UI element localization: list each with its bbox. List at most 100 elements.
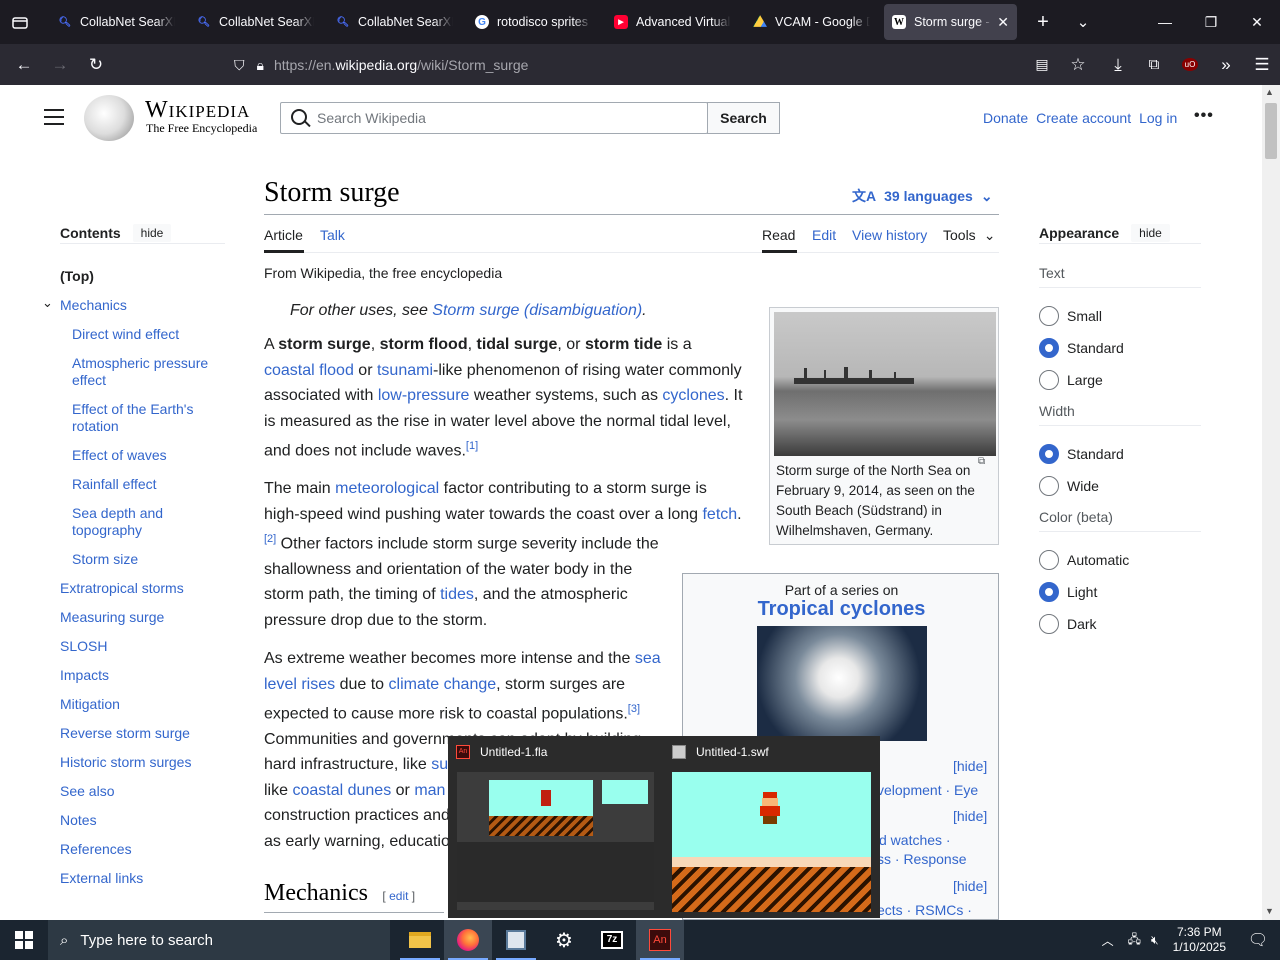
toc-item[interactable]: Rainfall effect [60, 476, 225, 493]
collapse-link[interactable]: [hide] [953, 808, 987, 824]
collapse-link[interactable]: [hide] [953, 758, 987, 774]
link-meteorological[interactable]: meteorological [335, 480, 439, 497]
tab-view-history[interactable]: View history [852, 227, 927, 243]
toc-item[interactable]: Sea depth and topography [60, 505, 225, 539]
link-cyclones[interactable]: cyclones [662, 387, 724, 404]
minimize-icon[interactable]: — [1142, 0, 1188, 44]
file-explorer-icon[interactable] [396, 920, 444, 960]
browser-tab[interactable]: 🔍︎ CollabNet SearXNG [328, 4, 461, 40]
menu-icon[interactable]: ☰ [1244, 47, 1280, 83]
link-sea-level[interactable]: sea [635, 650, 661, 667]
link-tides[interactable]: tides [440, 586, 474, 603]
radio-button[interactable] [1039, 582, 1059, 602]
toc-item[interactable]: (Top) [60, 268, 225, 285]
main-menu-icon[interactable] [44, 109, 64, 125]
toc-item[interactable]: See also [60, 783, 225, 800]
link-tsunami[interactable]: tsunami [377, 362, 433, 379]
toc-item[interactable]: Mitigation [60, 696, 225, 713]
hatnote-link[interactable]: Storm surge (disambiguation) [432, 302, 642, 319]
taskbar-search-box[interactable]: ⌕ Type here to search [48, 920, 390, 960]
settings-gear-icon[interactable]: ⚙ [540, 920, 588, 960]
browser-tab[interactable]: Grotodisco sprites s [467, 4, 600, 40]
radio-option-color[interactable]: Dark [1039, 608, 1129, 640]
toc-item[interactable]: SLOSH [60, 638, 225, 655]
toc-item[interactable]: Impacts [60, 667, 225, 684]
toc-hide-button[interactable]: hide [132, 223, 172, 242]
tab-edit[interactable]: Edit [812, 227, 836, 243]
link-climate-change[interactable]: climate change [389, 676, 497, 693]
lock-icon[interactable]: 🔒︎ [257, 57, 264, 74]
browser-tab[interactable]: ▶ Advanced Virtual C [606, 4, 739, 40]
appearance-hide-button[interactable]: hide [1131, 223, 1170, 242]
link-truncated[interactable]: man [414, 782, 445, 799]
close-tab-icon[interactable]: ✕ [997, 14, 1009, 31]
shield-icon[interactable]: ⛉ [234, 57, 245, 74]
back-icon[interactable]: ← [6, 47, 42, 83]
series-title-link[interactable]: Tropical cyclones [683, 598, 1000, 621]
scroll-down-icon[interactable]: ▼ [1265, 906, 1274, 916]
chevron-up-icon[interactable]: ︿ [1102, 932, 1114, 949]
tab-overview-icon[interactable] [0, 0, 40, 44]
chevron-down-icon[interactable]: ⌄ [42, 294, 53, 311]
toc-item[interactable]: Direct wind effect [60, 326, 225, 343]
hurricane-satellite-image[interactable] [757, 626, 927, 741]
browser-tab[interactable]: VCAM - Google Dr [745, 4, 878, 40]
reader-view-icon[interactable]: ▤ [1024, 47, 1060, 83]
url-bar[interactable]: ⛉ 🔒︎ https://en. wikipedia.org/wiki/Storm… [230, 49, 1030, 81]
reference-1[interactable]: [1] [466, 440, 478, 452]
toc-item[interactable]: References [60, 841, 225, 858]
link-sea-level[interactable]: level rises [264, 676, 335, 693]
close-window-icon[interactable]: ✕ [1234, 0, 1280, 44]
scroll-up-icon[interactable]: ▲ [1265, 87, 1274, 97]
series-links[interactable]: d watches · [879, 832, 951, 848]
create-account-link[interactable]: Create account [1036, 110, 1131, 126]
wikipedia-globe-logo[interactable] [84, 95, 134, 141]
radio-button[interactable] [1039, 338, 1059, 358]
7zip-icon[interactable]: 7z [588, 920, 636, 960]
toc-item[interactable]: Measuring surge [60, 609, 225, 626]
toc-item[interactable]: External links [60, 870, 225, 887]
windows-start-icon[interactable] [0, 920, 48, 960]
adobe-animate-icon[interactable]: An [636, 920, 684, 960]
section-edit-link[interactable]: edit [389, 889, 408, 903]
page-scrollbar[interactable]: ▲ ▼ [1262, 85, 1280, 920]
radio-option-width[interactable]: Standard [1039, 438, 1124, 470]
donate-link[interactable]: Donate [983, 110, 1028, 126]
radio-option-color[interactable]: Light [1039, 576, 1129, 608]
tools-menu[interactable]: Tools ⌄ [943, 227, 995, 244]
link-coastal-flood[interactable]: coastal flood [264, 362, 354, 379]
toc-item[interactable]: Effect of the Earth's rotation [60, 401, 225, 435]
toc-item[interactable]: Historic storm surges [60, 754, 225, 771]
link-fetch[interactable]: fetch [702, 506, 737, 523]
search-button[interactable]: Search [707, 102, 780, 134]
extensions-icon[interactable]: ⧉ [1136, 47, 1172, 83]
radio-button[interactable] [1039, 550, 1059, 570]
reference-3[interactable]: [3] [628, 703, 640, 715]
window-thumbnail-fla[interactable]: An Untitled-1.fla [448, 736, 664, 918]
browser-tab-active[interactable]: W Storm surge - W ✕ [884, 4, 1017, 40]
radio-button[interactable] [1039, 444, 1059, 464]
downloads-icon[interactable]: ⤓ [1100, 47, 1136, 83]
more-options-icon[interactable]: ••• [1194, 107, 1214, 125]
radio-option-width[interactable]: Wide [1039, 470, 1124, 502]
toc-item[interactable]: Atmospheric pressure effect [60, 355, 225, 389]
notification-icon[interactable]: 🗨︎ [1236, 930, 1280, 950]
image-editor-icon[interactable] [492, 920, 540, 960]
radio-option-color[interactable]: Automatic [1039, 544, 1129, 576]
network-icon[interactable]: 🖧︎ [1128, 930, 1141, 951]
series-links[interactable]: ss · Response [877, 851, 966, 867]
toc-item[interactable]: Storm size [60, 551, 225, 568]
reload-icon[interactable]: ↻ [78, 47, 114, 83]
link-low-pressure[interactable]: low-pressure [378, 387, 470, 404]
radio-button[interactable] [1039, 370, 1059, 390]
link-coastal-dunes[interactable]: coastal dunes [292, 782, 391, 799]
restore-icon[interactable]: ❐ [1188, 0, 1234, 44]
toc-item[interactable]: ⌄ Mechanics [42, 295, 225, 314]
browser-tab[interactable]: 🔍︎ CollabNet SearXNG [50, 4, 183, 40]
firefox-icon[interactable] [444, 920, 492, 960]
radio-button[interactable] [1039, 306, 1059, 326]
browser-tab[interactable]: 🔍︎ CollabNet SearXNG [189, 4, 322, 40]
language-button[interactable]: 文A 39 languages ⌄ [852, 186, 993, 206]
new-tab-icon[interactable]: + [1023, 0, 1063, 44]
radio-button[interactable] [1039, 614, 1059, 634]
